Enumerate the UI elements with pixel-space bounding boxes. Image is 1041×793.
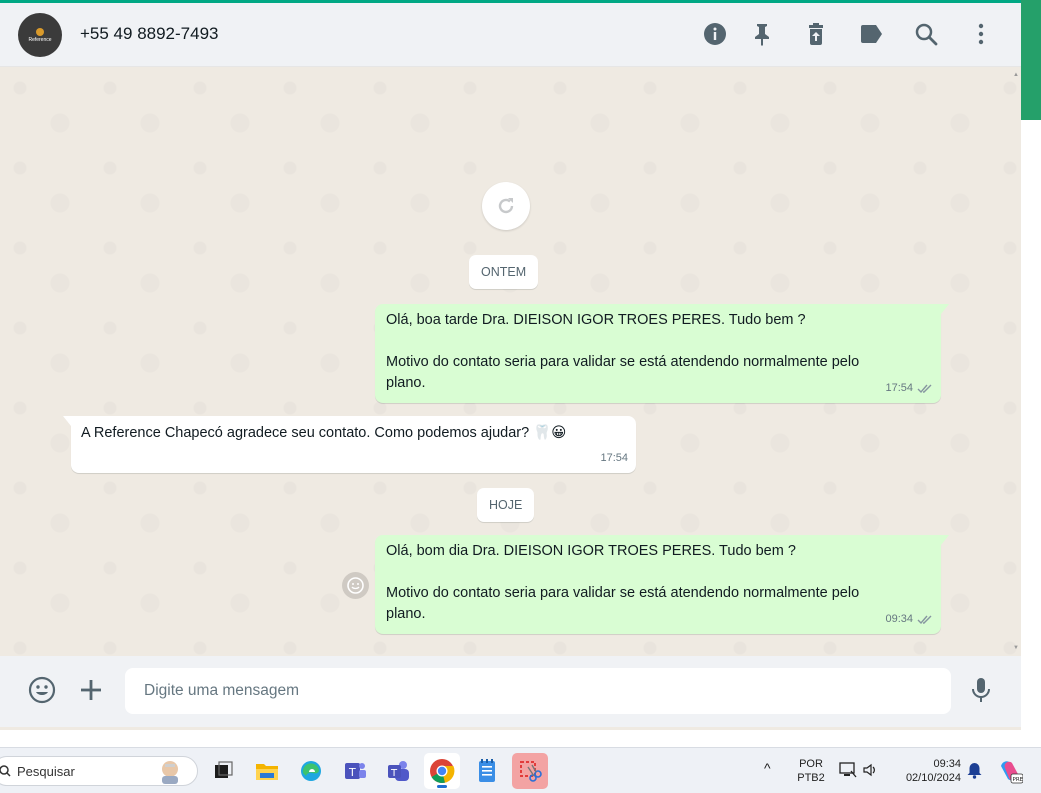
chat-messages-pane[interactable]: ONTEM Olá, boa tarde Dra. DIEISON IGOR T… — [0, 68, 1021, 656]
volume-icon[interactable] — [862, 762, 878, 783]
scrollbar-up-arrow[interactable]: ▲ — [1013, 72, 1019, 78]
contact-name[interactable]: +55 49 8892-7493 — [80, 24, 219, 44]
message-text-line: Olá, bom dia Dra. DIEISON IGOR TROES PER… — [386, 543, 796, 559]
message-text-line: plano. — [386, 375, 426, 391]
windows-taskbar: Pesquisar T T ^ POR PTB2 09:34 02/10/202… — [0, 747, 1041, 793]
input-language-indicator[interactable]: POR PTB2 — [795, 757, 827, 785]
active-app-indicator — [437, 785, 447, 788]
label-icon[interactable] — [858, 21, 884, 47]
chat-header: Reference +55 49 8892-7493 — [0, 3, 1021, 67]
taskbar-search-label: Pesquisar — [17, 763, 75, 779]
clock-date: 02/10/2024 — [905, 772, 961, 784]
message-time: 09:34 — [885, 613, 913, 625]
message-text-line: A Reference Chapecó agradece seu contato… — [81, 425, 567, 441]
microphone-icon[interactable] — [966, 675, 996, 705]
message-text-line: Motivo do contato seria para validar se … — [386, 354, 860, 370]
menu-icon[interactable] — [968, 21, 994, 47]
date-divider-yesterday: ONTEM — [469, 255, 539, 289]
svg-text:T: T — [390, 768, 398, 779]
edge-icon[interactable] — [293, 753, 329, 789]
message-incoming[interactable]: A Reference Chapecó agradece seu contato… — [63, 416, 636, 473]
message-text-line — [386, 331, 931, 352]
file-explorer-icon[interactable] — [249, 753, 285, 789]
pin-icon[interactable] — [749, 21, 775, 47]
copilot-icon[interactable]: PRE — [997, 758, 1024, 789]
avatar-logo-mark — [36, 27, 44, 36]
message-text-line: plano. — [386, 606, 426, 622]
refresh-icon — [498, 198, 514, 214]
bubble-tail — [63, 416, 71, 426]
notification-bell-icon[interactable] — [967, 762, 982, 784]
message-meta: 09:34 — [885, 609, 933, 630]
search-icon — [0, 765, 11, 777]
message-time: 17:54 — [885, 382, 913, 394]
task-view-icon[interactable] — [205, 753, 241, 789]
contact-avatar[interactable]: Reference — [18, 13, 62, 57]
scrollbar-down-arrow[interactable]: ▼ — [1013, 645, 1019, 651]
svg-text:T: T — [348, 766, 356, 779]
show-hidden-icons-chevron[interactable]: ^ — [764, 760, 771, 776]
side-accent — [1021, 0, 1041, 120]
info-icon[interactable] — [702, 21, 728, 47]
message-meta: 17:54 — [885, 378, 933, 399]
side-strip — [1021, 120, 1041, 747]
search-highlight-icon — [162, 761, 178, 784]
bubble-tail — [941, 304, 949, 314]
bubble-tail — [941, 535, 949, 545]
message-composer — [0, 656, 1021, 727]
attach-plus-icon[interactable] — [76, 675, 106, 705]
load-older-messages-button[interactable] — [482, 182, 530, 230]
teams-classic-icon[interactable]: T — [337, 753, 373, 789]
taskbar-clock[interactable]: 09:34 02/10/2024 — [893, 757, 961, 785]
message-text-line — [386, 562, 931, 583]
message-outgoing[interactable]: Olá, bom dia Dra. DIEISON IGOR TROES PER… — [375, 535, 949, 634]
snipping-tool-icon[interactable] — [512, 753, 548, 789]
search-icon[interactable] — [913, 21, 939, 47]
double-check-icon — [917, 615, 932, 624]
emoji-icon[interactable] — [27, 675, 57, 705]
message-input[interactable] — [125, 668, 951, 714]
react-button[interactable] — [342, 572, 369, 599]
taskbar-search[interactable]: Pesquisar — [0, 756, 198, 786]
message-time: 17:54 — [600, 452, 628, 464]
clock-time: 09:34 — [933, 758, 961, 770]
message-text-line: Olá, boa tarde Dra. DIEISON IGOR TROES P… — [386, 312, 806, 328]
chrome-icon[interactable] — [424, 753, 460, 789]
network-icon[interactable] — [839, 762, 857, 783]
message-text-line: Motivo do contato seria para validar se … — [386, 585, 860, 601]
keyboard-layout: PTB2 — [797, 772, 825, 784]
message-outgoing[interactable]: Olá, boa tarde Dra. DIEISON IGOR TROES P… — [375, 304, 949, 403]
teams-icon[interactable]: T — [381, 753, 417, 789]
emoji-reaction-icon — [347, 577, 364, 594]
message-meta: 17:54 — [600, 448, 628, 469]
date-divider-today: HOJE — [477, 488, 535, 522]
double-check-icon — [917, 384, 932, 393]
delete-icon[interactable] — [803, 21, 829, 47]
notepad-icon[interactable] — [469, 753, 505, 789]
language-code: POR — [799, 758, 823, 770]
avatar-brand-text: Reference — [28, 36, 52, 43]
svg-text:PRE: PRE — [1013, 777, 1024, 783]
